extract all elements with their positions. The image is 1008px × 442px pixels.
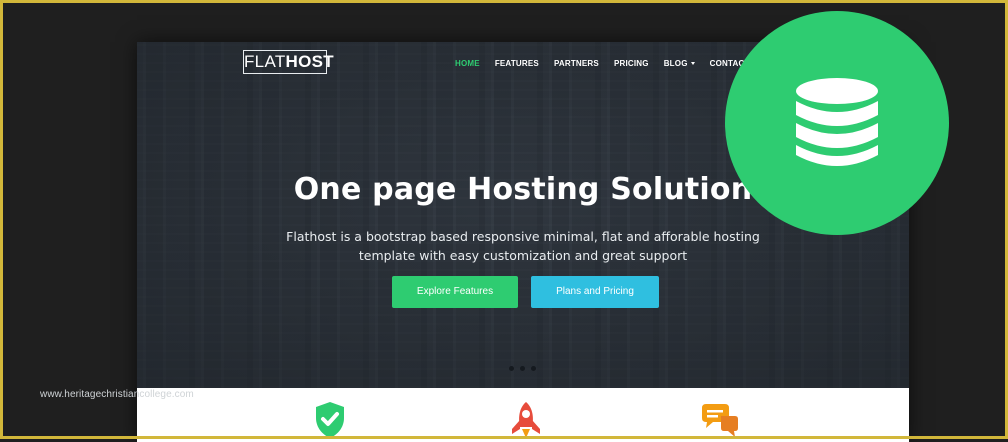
watermark-text: www.heritagechristiancollege.com [40,389,194,400]
explore-features-button[interactable]: Explore Features [392,276,518,308]
shield-check-icon [316,402,344,438]
hero-subtitle-line-2: template with easy customization and gre… [358,248,688,263]
logo-text-bold: HOST [285,52,334,71]
rocket-icon [512,402,540,438]
features-strip [137,388,909,442]
database-badge [725,11,949,235]
slider-dot[interactable] [531,366,536,371]
nav-blog-dropdown[interactable]: BLOG [664,59,695,68]
nav-blog-label: BLOG [663,58,688,68]
caret-down-icon [690,61,695,65]
slider-dot[interactable] [509,366,514,371]
nav-pricing[interactable]: PRICING [614,59,649,68]
plans-and-pricing-button[interactable]: Plans and Pricing [531,276,659,308]
nav-home[interactable]: HOME [455,59,480,68]
site-logo[interactable]: FLATHOST [243,50,334,74]
slider-dots [509,366,542,371]
database-icon [796,78,878,166]
slider-dot[interactable] [520,366,525,371]
hero-subtitle-line-1: Flathost is a bootstrap based responsive… [286,229,760,244]
hero-subtitle: Flathost is a bootstrap based responsive… [273,227,773,265]
nav-partners[interactable]: PARTNERS [554,59,599,68]
chat-bubbles-icon [702,404,738,437]
logo-text-light: FLAT [244,52,286,71]
nav-features[interactable]: FEATURES [495,59,539,68]
